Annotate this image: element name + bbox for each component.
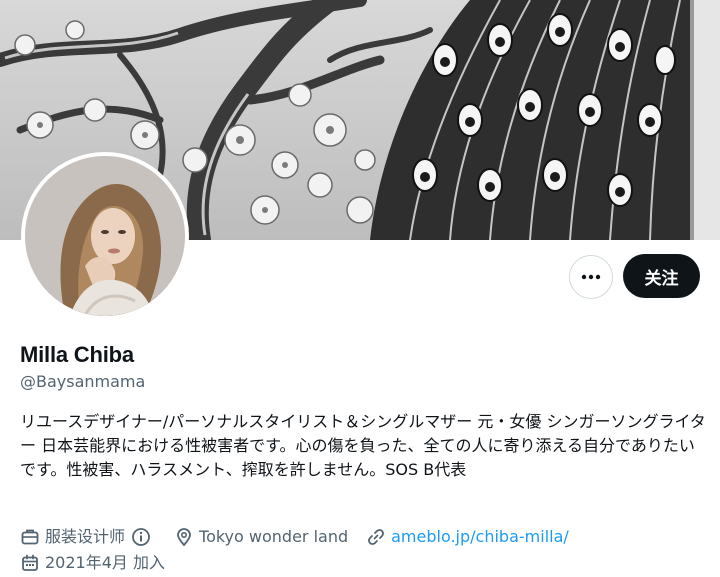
location-pin-icon: [177, 528, 191, 547]
briefcase-icon: [21, 529, 39, 545]
username-handle: @Baysanmama: [20, 372, 146, 391]
joined-text: 2021年4月 加入: [45, 553, 165, 572]
location-text: Tokyo wonder land: [199, 527, 349, 546]
follow-button-label: 关注: [644, 268, 679, 289]
website-item[interactable]: ameblo.jp/chiba-milla/: [366, 525, 569, 549]
profile-meta-row-1: 服装设计师 Tokyo wonder land ameblo.jp/chiba-…: [20, 524, 710, 550]
link-icon: [368, 529, 385, 545]
ellipsis-icon: [581, 274, 601, 280]
profile-avatar[interactable]: [21, 152, 189, 320]
profile-meta-row-2: 2021年4月 加入: [20, 550, 710, 576]
more-options-button[interactable]: [569, 255, 613, 299]
avatar-photo: [25, 156, 185, 316]
calendar-icon: [22, 554, 38, 571]
profession-item: 服装设计师: [20, 525, 156, 549]
location-item: Tokyo wonder land: [174, 525, 348, 549]
profile-meta: 服装设计师 Tokyo wonder land ameblo.jp/chiba-…: [20, 524, 710, 576]
website-link[interactable]: ameblo.jp/chiba-milla/: [391, 525, 569, 549]
display-name: Milla Chiba: [20, 342, 134, 367]
profile-bio: リユースデザイナー/パーソナルスタイリスト＆シングルマザー 元・女優 シンガーソ…: [20, 412, 706, 479]
profession-text: 服装设计师: [45, 527, 126, 546]
joined-item: 2021年4月 加入: [20, 551, 165, 575]
info-icon[interactable]: [131, 527, 151, 547]
follow-button[interactable]: 关注: [623, 254, 700, 298]
